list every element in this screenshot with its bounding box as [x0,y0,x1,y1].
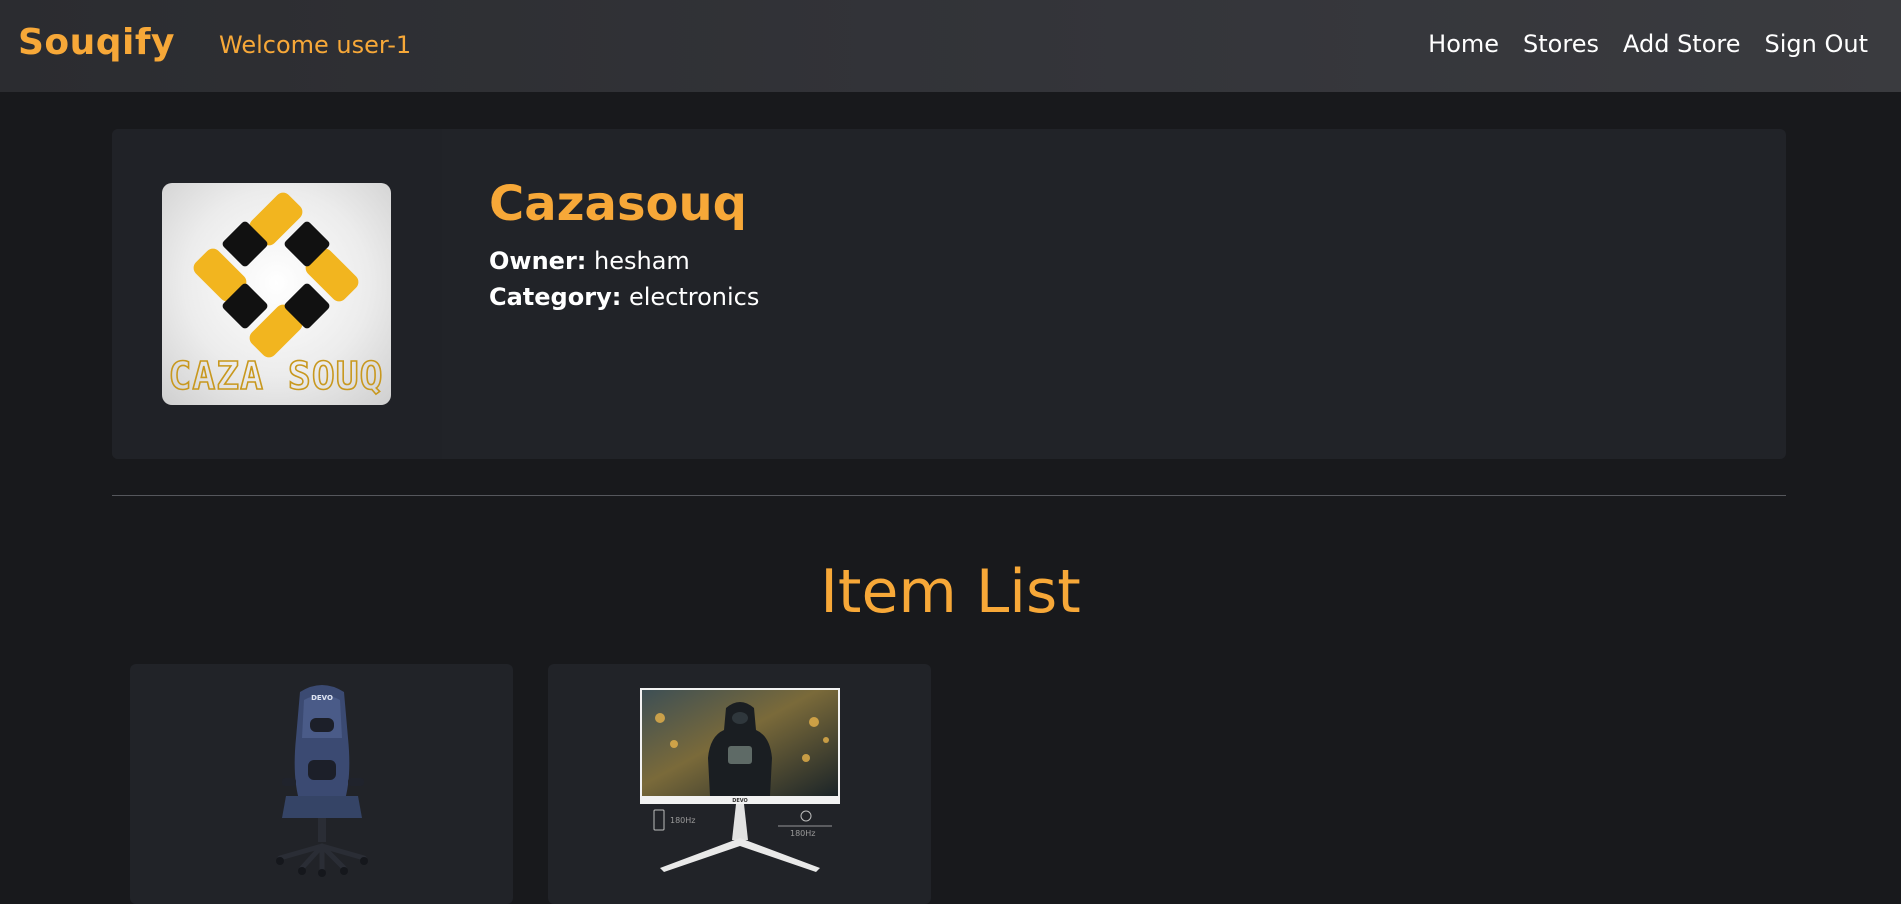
category-value: electronics [628,283,760,312]
store-category-row: Category: electronics [489,279,759,315]
store-owner-row: Owner: hesham [489,243,759,279]
owner-label: Owner: [489,247,587,276]
store-info: Cazasouq Owner: hesham Category: electro… [489,179,759,315]
store-logo-image: CAZA SOUQ [162,183,391,405]
brand-logo-link[interactable]: Souqify [18,22,175,63]
svg-text:180Hz: 180Hz [790,829,815,838]
svg-text:CAZA SOUQ: CAZA SOUQ [169,354,384,398]
cazasouq-logo-icon: CAZA SOUQ [168,192,384,399]
category-label: Category: [489,283,622,312]
welcome-message: Welcome user-1 [219,31,412,59]
nav-links: Home Stores Add Store Sign Out [1428,30,1868,58]
item-card[interactable]: DEVO [130,664,513,904]
svg-text:DEVO: DEVO [311,694,333,702]
owner-value: hesham [594,247,690,276]
nav-link-home[interactable]: Home [1428,30,1499,58]
top-navbar: Souqify Welcome user-1 Home Stores Add S… [0,0,1901,92]
gaming-chair-image: DEVO [275,685,368,877]
item-card[interactable]: DEVO 180Hz 180Hz [548,664,931,904]
nav-link-sign-out[interactable]: Sign Out [1765,30,1869,58]
store-name: Cazasouq [489,176,748,232]
store-logo-panel: CAZA SOUQ [112,129,442,459]
section-divider [112,495,1786,496]
store-details-card: CAZA SOUQ Cazasouq Owner: hesham Categor… [112,129,1786,459]
item-list-heading: Item List [820,557,1081,627]
gaming-monitor-image: DEVO 180Hz 180Hz [639,688,840,872]
nav-link-stores[interactable]: Stores [1523,30,1599,58]
nav-link-add-store[interactable]: Add Store [1623,30,1741,58]
svg-text:DEVO: DEVO [732,798,748,804]
svg-text:180Hz: 180Hz [670,816,695,825]
